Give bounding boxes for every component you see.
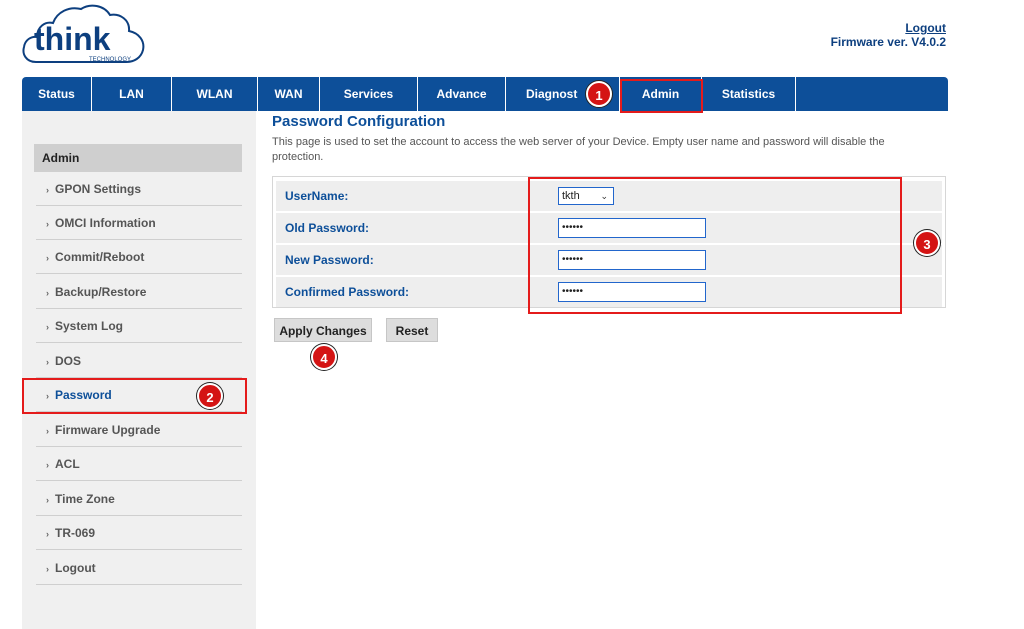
chevron-right-icon: ›: [46, 564, 49, 574]
page-title: Password Configuration: [272, 113, 446, 130]
tab-advance[interactable]: Advance: [418, 77, 506, 111]
think-logo: think TECHNOLOGY: [22, 0, 150, 70]
tab-services[interactable]: Services: [320, 77, 418, 111]
old-password-label: Old Password:: [285, 221, 370, 235]
header-right: Logout Firmware ver. V4.0.2: [831, 21, 946, 49]
sidebar-item-logout[interactable]: › Logout: [36, 551, 242, 585]
chevron-right-icon: ›: [46, 185, 49, 195]
top-nav: Status LAN WLAN WAN Services Advance Dia…: [22, 77, 948, 111]
step-marker-2: 2: [197, 383, 223, 409]
step-marker-4: 4: [311, 344, 337, 370]
tab-wlan[interactable]: WLAN: [172, 77, 258, 111]
sidebar-item-label: GPON Settings: [55, 182, 142, 196]
chevron-right-icon: ›: [46, 288, 49, 298]
chevron-right-icon: ›: [46, 322, 49, 332]
chevron-right-icon: ›: [46, 357, 49, 367]
sidebar-item-label: ACL: [55, 457, 80, 471]
reset-button[interactable]: Reset: [386, 318, 438, 342]
page-description: This page is used to set the account to …: [272, 136, 885, 163]
chevron-right-icon: ›: [46, 495, 49, 505]
sidebar-item-firmware-upgrade[interactable]: › Firmware Upgrade: [36, 413, 242, 447]
sidebar-item-dos[interactable]: › DOS: [36, 344, 242, 378]
sidebar-item-gpon-settings[interactable]: › GPON Settings: [36, 172, 242, 206]
sidebar-item-acl[interactable]: › ACL: [36, 447, 242, 481]
sidebar-item-label: OMCI Information: [55, 216, 156, 230]
firmware-version: Firmware ver. V4.0.2: [830, 35, 946, 49]
chevron-right-icon: ›: [46, 426, 49, 436]
apply-changes-button[interactable]: Apply Changes: [274, 318, 372, 342]
highlight-form-fields: [528, 177, 902, 314]
chevron-right-icon: ›: [46, 253, 49, 263]
chevron-right-icon: ›: [46, 460, 49, 470]
tab-wan[interactable]: WAN: [258, 77, 320, 111]
sidebar-item-backup-restore[interactable]: › Backup/Restore: [36, 275, 242, 309]
highlight-admin-tab: [620, 79, 703, 113]
sidebar-item-time-zone[interactable]: › Time Zone: [36, 482, 242, 516]
sidebar-item-label: Logout: [55, 561, 96, 575]
sidebar: Admin › GPON Settings › OMCI Information ›…: [22, 111, 256, 629]
tab-statistics[interactable]: Statistics: [702, 77, 796, 111]
sidebar-item-omci-information[interactable]: › OMCI Information: [36, 206, 242, 240]
chevron-right-icon: ›: [46, 529, 49, 539]
step-marker-1: 1: [586, 81, 612, 107]
username-label: UserName:: [285, 189, 349, 203]
sidebar-item-tr-069[interactable]: › TR-069: [36, 516, 242, 550]
logo-subtitle: TECHNOLOGY: [89, 57, 131, 63]
sidebar-item-label: System Log: [55, 319, 124, 333]
step-marker-3: 3: [914, 230, 940, 256]
tab-status[interactable]: Status: [22, 77, 92, 111]
new-password-label: New Password:: [285, 253, 374, 267]
sidebar-item-label: Time Zone: [55, 492, 115, 506]
sidebar-item-label: Commit/Reboot: [55, 250, 145, 264]
sidebar-item-label: Firmware Upgrade: [55, 423, 161, 437]
sidebar-item-label: Backup/Restore: [55, 285, 147, 299]
sidebar-item-commit-reboot[interactable]: › Commit/Reboot: [36, 240, 242, 274]
tab-lan[interactable]: LAN: [92, 77, 172, 111]
logout-link[interactable]: Logout: [905, 21, 946, 35]
sidebar-item-system-log[interactable]: › System Log: [36, 309, 242, 343]
sidebar-heading: Admin: [34, 144, 242, 172]
sidebar-item-label: DOS: [55, 354, 82, 368]
logo-wordmark: think: [34, 21, 111, 57]
chevron-right-icon: ›: [46, 219, 49, 229]
sidebar-item-label: TR-069: [55, 526, 96, 540]
confirmed-password-label: Confirmed Password:: [285, 285, 410, 299]
